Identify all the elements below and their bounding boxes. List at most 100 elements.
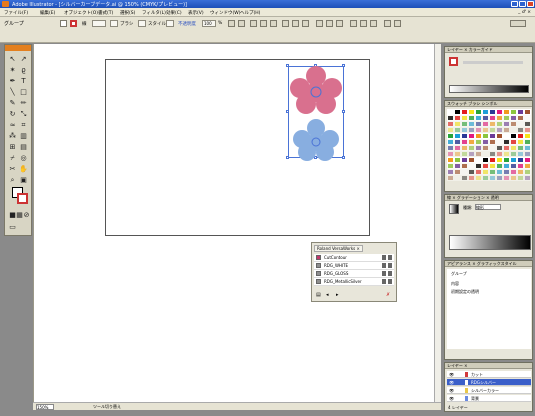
menu-select[interactable]: 選択(S) bbox=[120, 10, 135, 16]
swatch-row[interactable]: RDG_GLOSS bbox=[314, 270, 394, 278]
stroke-color-icon[interactable] bbox=[70, 20, 77, 27]
status-text[interactable]: ツール切り替え bbox=[93, 404, 121, 410]
swatch-cell[interactable] bbox=[496, 175, 503, 181]
zoom-tool-icon[interactable]: ⌕ bbox=[8, 176, 17, 185]
swatch-cell[interactable] bbox=[489, 175, 496, 181]
swatch-cell[interactable] bbox=[510, 175, 517, 181]
swatch-row[interactable]: RDG_MetallicSilver bbox=[314, 278, 394, 286]
swatch-cell[interactable] bbox=[475, 127, 482, 133]
swatches-panel-tabs[interactable]: スウォッチ ブラシ シンボル bbox=[445, 101, 532, 107]
align-top-icon[interactable] bbox=[282, 20, 289, 27]
swatch-cell[interactable] bbox=[503, 175, 510, 181]
swatch-cell[interactable] bbox=[510, 127, 517, 133]
swatch-cell[interactable] bbox=[447, 175, 454, 181]
swatch-cell[interactable] bbox=[482, 175, 489, 181]
align-middle-icon[interactable] bbox=[292, 20, 299, 27]
canvas-area[interactable]: Roland VersaWorks × CutContour RDG_WHITE… bbox=[33, 44, 441, 408]
resize-handle[interactable] bbox=[286, 156, 289, 159]
isolate-group-icon[interactable] bbox=[238, 20, 245, 27]
swatch-cell[interactable] bbox=[496, 127, 503, 133]
transform-icon[interactable] bbox=[384, 20, 391, 27]
brush-dropdown[interactable] bbox=[110, 20, 118, 27]
swatch-grid[interactable] bbox=[447, 109, 531, 181]
library-icon[interactable]: ▤ bbox=[316, 292, 321, 298]
direct-selection-tool-icon[interactable]: ↗ bbox=[19, 55, 28, 64]
align-center-icon[interactable] bbox=[260, 20, 267, 27]
swatch-cell[interactable] bbox=[524, 175, 531, 181]
resize-handle[interactable] bbox=[342, 156, 345, 159]
gradient-slider[interactable] bbox=[449, 235, 531, 250]
layer-row[interactable]: 👁 カット bbox=[447, 371, 531, 378]
layer-row[interactable]: 👁 背景 bbox=[447, 395, 531, 402]
tint-slider[interactable] bbox=[463, 61, 523, 64]
stroke-swatch[interactable] bbox=[17, 193, 28, 204]
paintbrush-tool-icon[interactable]: ✎ bbox=[8, 99, 17, 108]
workspace-switcher-icon[interactable] bbox=[510, 20, 526, 27]
swatch-cell[interactable] bbox=[510, 151, 517, 157]
artboard-tool-icon[interactable]: ▣ bbox=[19, 176, 28, 185]
rectangle-tool-icon[interactable]: □ bbox=[19, 88, 28, 97]
distribute-center-icon[interactable] bbox=[360, 20, 367, 27]
align-left-icon[interactable] bbox=[250, 20, 257, 27]
distribute-bottom-icon[interactable] bbox=[336, 20, 343, 27]
rotate-tool-icon[interactable]: ↻ bbox=[8, 110, 17, 119]
color-spectrum-bar[interactable] bbox=[449, 85, 529, 93]
resize-handle[interactable] bbox=[314, 156, 317, 159]
eyedropper-tool-icon[interactable]: ⌿ bbox=[8, 154, 17, 163]
swatch-row[interactable]: RDG_WHITE bbox=[314, 262, 394, 270]
swatch-cell[interactable] bbox=[454, 175, 461, 181]
swatch-cell[interactable] bbox=[454, 127, 461, 133]
visibility-eye-icon[interactable]: 👁 bbox=[449, 396, 454, 401]
swatch-cell[interactable] bbox=[468, 175, 475, 181]
toolbox-header[interactable] bbox=[5, 45, 31, 51]
swatch-cell[interactable] bbox=[489, 151, 496, 157]
palette-tab[interactable]: Roland VersaWorks × bbox=[314, 245, 363, 252]
distribute-right-icon[interactable] bbox=[370, 20, 377, 27]
color-panel-stroke-swatch[interactable] bbox=[449, 57, 458, 66]
stroke-weight-field[interactable] bbox=[92, 20, 106, 27]
resize-handle[interactable] bbox=[286, 110, 289, 113]
fill-color-icon[interactable] bbox=[60, 20, 67, 27]
appearance-opacity[interactable]: 初期設定の透明 bbox=[451, 289, 479, 295]
swatch-cell[interactable] bbox=[517, 127, 524, 133]
swatch-cell[interactable] bbox=[482, 127, 489, 133]
color-panel-tabs[interactable]: レイヤー × カラーガイド bbox=[445, 47, 532, 53]
scissors-tool-icon[interactable]: ✂ bbox=[8, 165, 17, 174]
swatch-cell[interactable] bbox=[475, 175, 482, 181]
layer-row[interactable]: 👁 シルバーカラー bbox=[447, 387, 531, 394]
graph-tool-icon[interactable]: ▥ bbox=[19, 132, 28, 141]
pencil-tool-icon[interactable]: ✏ bbox=[19, 99, 28, 108]
distribute-left-icon[interactable] bbox=[350, 20, 357, 27]
distribute-top-icon[interactable] bbox=[316, 20, 323, 27]
menu-effect[interactable]: 効果(C) bbox=[166, 10, 182, 16]
menu-help[interactable]: ヘルプ(H) bbox=[240, 10, 260, 16]
menu-window[interactable]: ウィンドウ(W) bbox=[210, 10, 240, 16]
style-dropdown[interactable] bbox=[138, 20, 146, 27]
menu-filter[interactable]: フィルタ(L) bbox=[142, 10, 166, 16]
zoom-field[interactable]: 150% bbox=[36, 404, 54, 410]
screen-mode-icon[interactable]: ▭ bbox=[8, 223, 17, 232]
swatch-row[interactable]: CutContour bbox=[314, 254, 394, 262]
distribute-middle-icon[interactable] bbox=[326, 20, 333, 27]
swatch-cell[interactable] bbox=[517, 151, 524, 157]
maximize-button[interactable] bbox=[519, 1, 526, 7]
menu-edit[interactable]: 編集(E) bbox=[40, 10, 55, 16]
pen-tool-icon[interactable]: ✒ bbox=[8, 77, 17, 86]
swatch-cell[interactable] bbox=[517, 175, 524, 181]
layers-panel-tabs[interactable]: レイヤー × bbox=[445, 363, 532, 369]
swatch-cell[interactable] bbox=[475, 151, 482, 157]
swatch-cell[interactable] bbox=[524, 127, 531, 133]
swatch-cell[interactable] bbox=[503, 151, 510, 157]
line-tool-icon[interactable]: ╲ bbox=[8, 88, 17, 97]
next-arrow-icon[interactable]: ▸ bbox=[336, 292, 339, 298]
gradient-type-dropdown[interactable]: 線形 bbox=[475, 204, 501, 210]
swatch-cell[interactable] bbox=[489, 127, 496, 133]
lasso-tool-icon[interactable]: ϱ bbox=[19, 66, 28, 75]
recolor-artwork-icon[interactable] bbox=[228, 20, 235, 27]
visibility-eye-icon[interactable]: 👁 bbox=[449, 372, 454, 377]
close-button[interactable] bbox=[527, 1, 534, 7]
style-swatch[interactable] bbox=[166, 20, 174, 27]
visibility-eye-icon[interactable]: 👁 bbox=[449, 380, 454, 385]
swatch-cell[interactable] bbox=[503, 127, 510, 133]
blend-tool-icon[interactable]: ◎ bbox=[19, 154, 28, 163]
